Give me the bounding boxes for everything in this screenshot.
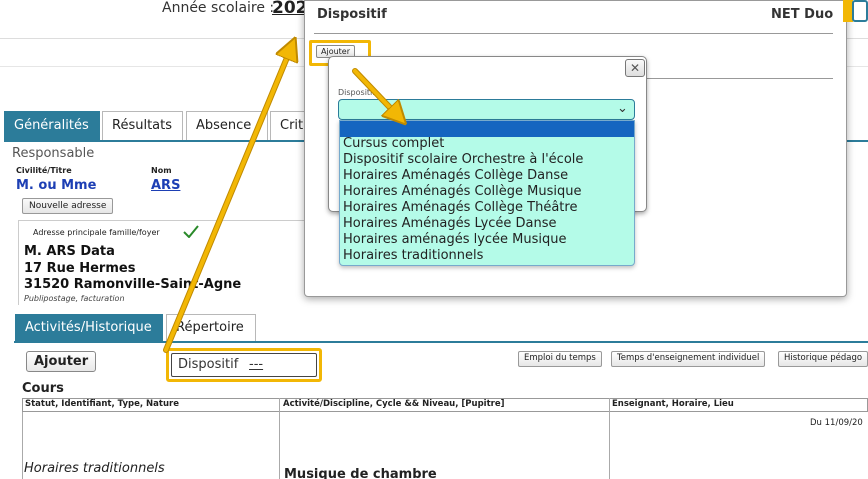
arrow-to-add-button — [164, 48, 291, 352]
arrow-to-select — [353, 69, 398, 116]
annotation-arrows — [163, 0, 868, 353]
